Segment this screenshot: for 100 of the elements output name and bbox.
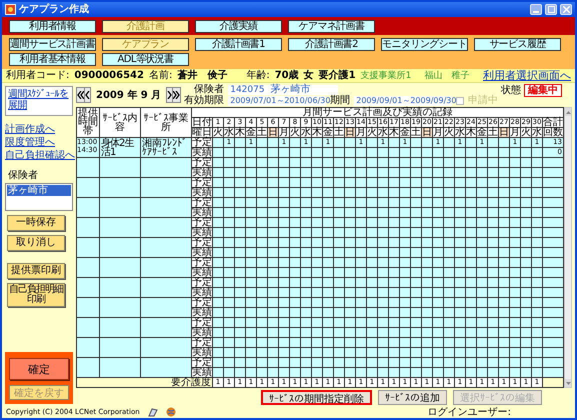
weekday-header: 水 (532, 128, 542, 137)
weekday-header: 月 (433, 128, 443, 137)
column-header: ｻｰﾋﾞｽ内容 (100, 108, 140, 137)
row-label: 予定 (192, 258, 212, 267)
user-select-link[interactable]: 利用者選択画面へ (483, 69, 571, 82)
status-badge: 編集中 (524, 84, 562, 96)
table-cell: 湘南ﾌﾚﾝﾄﾞｹｱｻｰﾋﾞｽ (141, 138, 191, 157)
nav-link[interactable]: 計画作成へ (5, 124, 73, 136)
weekday-header: 木 (389, 128, 399, 137)
status-label: 状態 (501, 84, 522, 96)
care-level: 要介護1 (318, 70, 356, 81)
row-label: 予定 (192, 238, 212, 247)
weekday-header: 木 (235, 128, 245, 137)
window-title: ケアプラン作成 (19, 4, 90, 16)
scroll-down-button[interactable] (565, 379, 571, 387)
side-button[interactable]: 提供票印刷 (7, 263, 65, 279)
main-tab[interactable]: 介護実績 (195, 20, 282, 32)
insurer-field: 142075 茅ヶ崎市 (228, 84, 338, 94)
row-label: 要介護度 (77, 378, 212, 387)
row-label: 実績 (192, 308, 212, 317)
code-label: 利用者コード: (6, 70, 70, 81)
age-label: 年齢: (246, 70, 270, 81)
chevron-left-icon (85, 91, 90, 99)
confirm-button[interactable]: 確定 (9, 358, 69, 380)
insurer-label: 保険者 (193, 84, 224, 95)
table-cell: 身体2生活1 (100, 138, 140, 157)
schedule-link[interactable]: 週間ｽｹｼﾞｭｰﾙを展開 (8, 89, 70, 111)
insurer-label: 保険者 (8, 170, 39, 181)
weekday-header: 月 (510, 128, 520, 137)
weekday-header: 水 (455, 128, 465, 137)
user-age: 70歳 (274, 70, 299, 81)
nav-link[interactable]: 限度管理へ (5, 137, 73, 149)
weekday-header: 日 (268, 128, 278, 137)
close-button[interactable] (560, 4, 572, 15)
row-label: 予定 (192, 218, 212, 227)
row-label: 予定 (192, 318, 212, 327)
side-button[interactable]: 自己負担明細印刷 (7, 283, 65, 307)
minimize-button[interactable] (530, 4, 542, 15)
row-label: 曜日 (192, 128, 212, 137)
weekday-header: 土 (257, 128, 267, 137)
row-label: 実績 (192, 268, 212, 277)
down-arrow-icon (566, 382, 570, 384)
row-label: 実績 (192, 188, 212, 197)
sub-tab[interactable]: 介護計画書2 (288, 38, 375, 51)
sub-tab[interactable]: サービス履歴 (474, 38, 561, 51)
main-tab[interactable]: 利用者情報 (9, 20, 96, 32)
row-label: 予定 (192, 198, 212, 207)
weekday-header: 火 (213, 128, 223, 137)
last-month-button[interactable] (172, 87, 182, 103)
double-left-icon (77, 91, 84, 99)
row-label: 実績 (192, 208, 212, 217)
previous-month-button[interactable] (84, 87, 91, 103)
care-manager: 福山 稚子 (424, 70, 470, 80)
row-label: 予定 (192, 138, 212, 147)
close-icon (562, 6, 570, 13)
weekday-header: 金 (477, 128, 487, 137)
row-label: 予定 (192, 278, 212, 287)
weekday-header: 土 (334, 128, 344, 137)
main-tab[interactable]: ケアマネ計画書 (288, 20, 375, 32)
app-icon (5, 4, 16, 15)
row-label: 予定 (192, 178, 212, 187)
login-user-label: ログインユーザー: (428, 406, 511, 418)
action-button[interactable]: ｻｰﾋﾞｽの期間指定削除 (261, 390, 372, 405)
weekday-header: 金 (323, 128, 333, 137)
side-button[interactable]: 一時保存 (7, 215, 65, 231)
row-label: 実績 (192, 368, 212, 377)
weekday-header: 日 (422, 128, 432, 137)
scroll-up-button[interactable] (565, 108, 571, 116)
list-item[interactable]: 茅ヶ崎市 (7, 185, 71, 196)
sub-tab[interactable]: 介護計画書1 (195, 38, 282, 51)
row-label: 予定 (192, 158, 212, 167)
row-label: 予定 (192, 338, 212, 347)
row-label: 実績 (192, 168, 212, 177)
row-label: 予定 (192, 358, 212, 367)
weekday-header: 金 (400, 128, 410, 137)
row-label: 予定 (192, 298, 212, 307)
table-title: 月間サービス計画及び実績の記録 (192, 108, 563, 117)
sub-tab[interactable]: ADL等状況書 (102, 53, 189, 66)
row-label: 実績 (192, 348, 212, 357)
maximize-button[interactable] (545, 4, 557, 15)
side-button[interactable]: 取り消し (7, 235, 65, 251)
phone-icon (148, 408, 158, 416)
weekday-header: 月 (356, 128, 366, 137)
weekday-header: 火 (444, 128, 454, 137)
sub-tab[interactable]: モニタリングシート (381, 38, 468, 51)
sub-tab[interactable]: 利用者基本情報 (9, 53, 96, 66)
user-code: 0900006542 (74, 70, 144, 81)
column-header: ｻｰﾋﾞｽ事業所 (141, 108, 191, 137)
chevron-right-icon (167, 91, 172, 99)
applying-label: 申請中 (468, 95, 498, 106)
period-label: 期間 (330, 95, 350, 106)
action-button[interactable]: ｻｰﾋﾞｽの追加 (378, 390, 447, 405)
month-label: 2009 年 9 月 (96, 90, 162, 100)
column-header: 提供時間帯 (77, 108, 99, 137)
row-label: 日付 (192, 118, 212, 127)
nav-link[interactable]: 自己負担確認へ (5, 150, 73, 162)
row-label: 実績 (192, 328, 212, 337)
sub-tab[interactable]: 週間サービス計画書 (9, 38, 96, 51)
weekday-header: 土 (411, 128, 421, 137)
support-office: 支援事業所1 (360, 70, 412, 80)
